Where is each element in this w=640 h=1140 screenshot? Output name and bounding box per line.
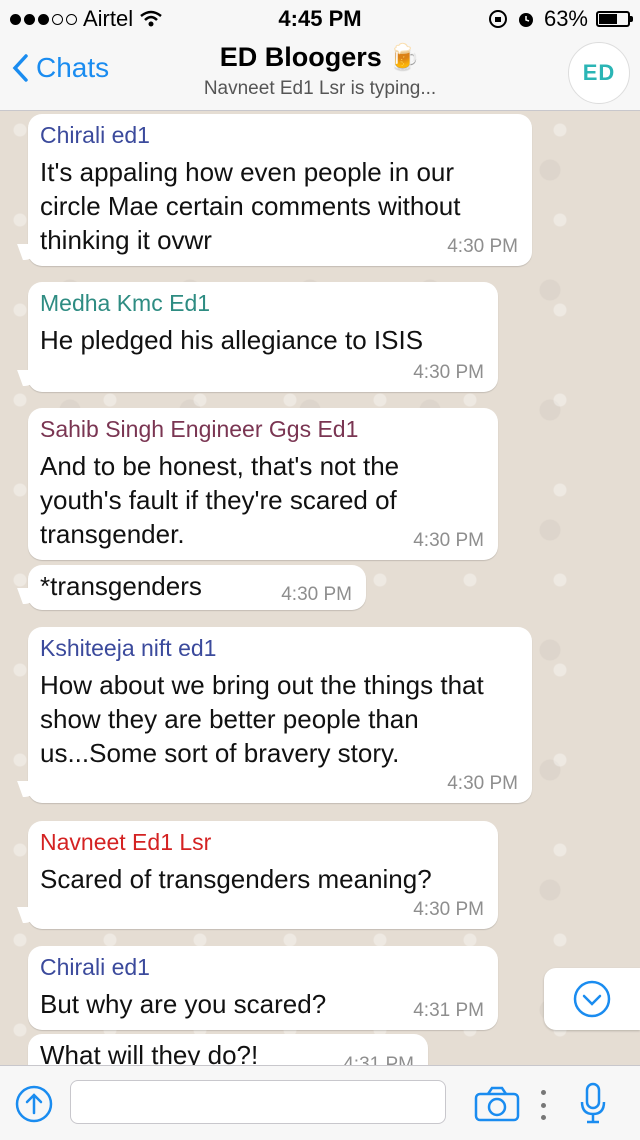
microphone-icon[interactable] bbox=[578, 1082, 608, 1126]
input-bar bbox=[0, 1065, 640, 1140]
message-sender: Sahib Singh Engineer Ggs Ed1 bbox=[40, 416, 359, 442]
message-bubble[interactable]: Chirali ed1 But why are you scared? 4:31… bbox=[28, 946, 498, 1030]
message-bubble[interactable]: Navneet Ed1 Lsr Scared of transgenders m… bbox=[28, 821, 498, 929]
message-sender: Kshiteeja nift ed1 bbox=[40, 635, 217, 661]
chat-title[interactable]: ED Bloogers 🍺 bbox=[0, 42, 640, 73]
message-sender: Chirali ed1 bbox=[40, 122, 150, 148]
chat-header: Chats ED Bloogers 🍺 Navneet Ed1 Lsr is ty… bbox=[0, 36, 640, 111]
group-avatar-text: ED bbox=[582, 60, 616, 85]
message-text: He pledged his allegiance to ISIS bbox=[40, 325, 424, 355]
battery-percent: 63% bbox=[543, 6, 588, 31]
message-bubble[interactable]: Kshiteeja nift ed1 How about we bring ou… bbox=[28, 627, 532, 803]
battery-level bbox=[599, 14, 617, 24]
message-time: 4:30 PM bbox=[281, 584, 352, 605]
chat-title-text: ED Bloogers bbox=[219, 42, 382, 72]
message-text: How about we bring out the things that s… bbox=[40, 670, 484, 768]
scroll-to-bottom-button[interactable] bbox=[544, 968, 640, 1030]
typing-status: Navneet Ed1 Lsr is typing... bbox=[203, 78, 437, 99]
message-bubble[interactable]: *transgenders 4:30 PM bbox=[28, 565, 366, 610]
more-options-icon[interactable] bbox=[540, 1090, 546, 1120]
battery-icon bbox=[596, 11, 633, 27]
message-time: 4:30 PM bbox=[413, 899, 484, 920]
message-time: 4:30 PM bbox=[413, 362, 484, 383]
message-sender: Navneet Ed1 Lsr bbox=[40, 829, 212, 855]
group-avatar[interactable]: ED bbox=[568, 42, 630, 104]
status-bar: Airtel 4:45 PM 63% bbox=[0, 0, 640, 36]
camera-icon[interactable] bbox=[474, 1086, 520, 1122]
message-time: 4:30 PM bbox=[413, 530, 484, 551]
status-right: 63% bbox=[488, 6, 633, 32]
message-sender: Chirali ed1 bbox=[40, 954, 150, 980]
message-time: 4:30 PM bbox=[447, 236, 518, 257]
chevron-down-circle-icon bbox=[573, 980, 611, 1018]
message-bubble[interactable]: Chirali ed1 It's appaling how even peopl… bbox=[28, 114, 532, 266]
beer-mug-icon: 🍺 bbox=[387, 42, 421, 72]
message-bubble[interactable]: Sahib Singh Engineer Ggs Ed1 And to be h… bbox=[28, 408, 498, 560]
attach-upload-icon[interactable] bbox=[14, 1084, 54, 1124]
message-input[interactable] bbox=[70, 1080, 446, 1124]
message-sender: Medha Kmc Ed1 bbox=[40, 290, 211, 316]
message-bubble[interactable]: Medha Kmc Ed1 He pledged his allegiance … bbox=[28, 282, 498, 392]
alarm-icon bbox=[518, 13, 533, 27]
message-time: 4:30 PM bbox=[447, 773, 518, 794]
rotation-lock-icon bbox=[488, 10, 507, 28]
message-text: Scared of transgenders meaning? bbox=[40, 864, 432, 894]
message-time: 4:31 PM bbox=[413, 1000, 484, 1021]
